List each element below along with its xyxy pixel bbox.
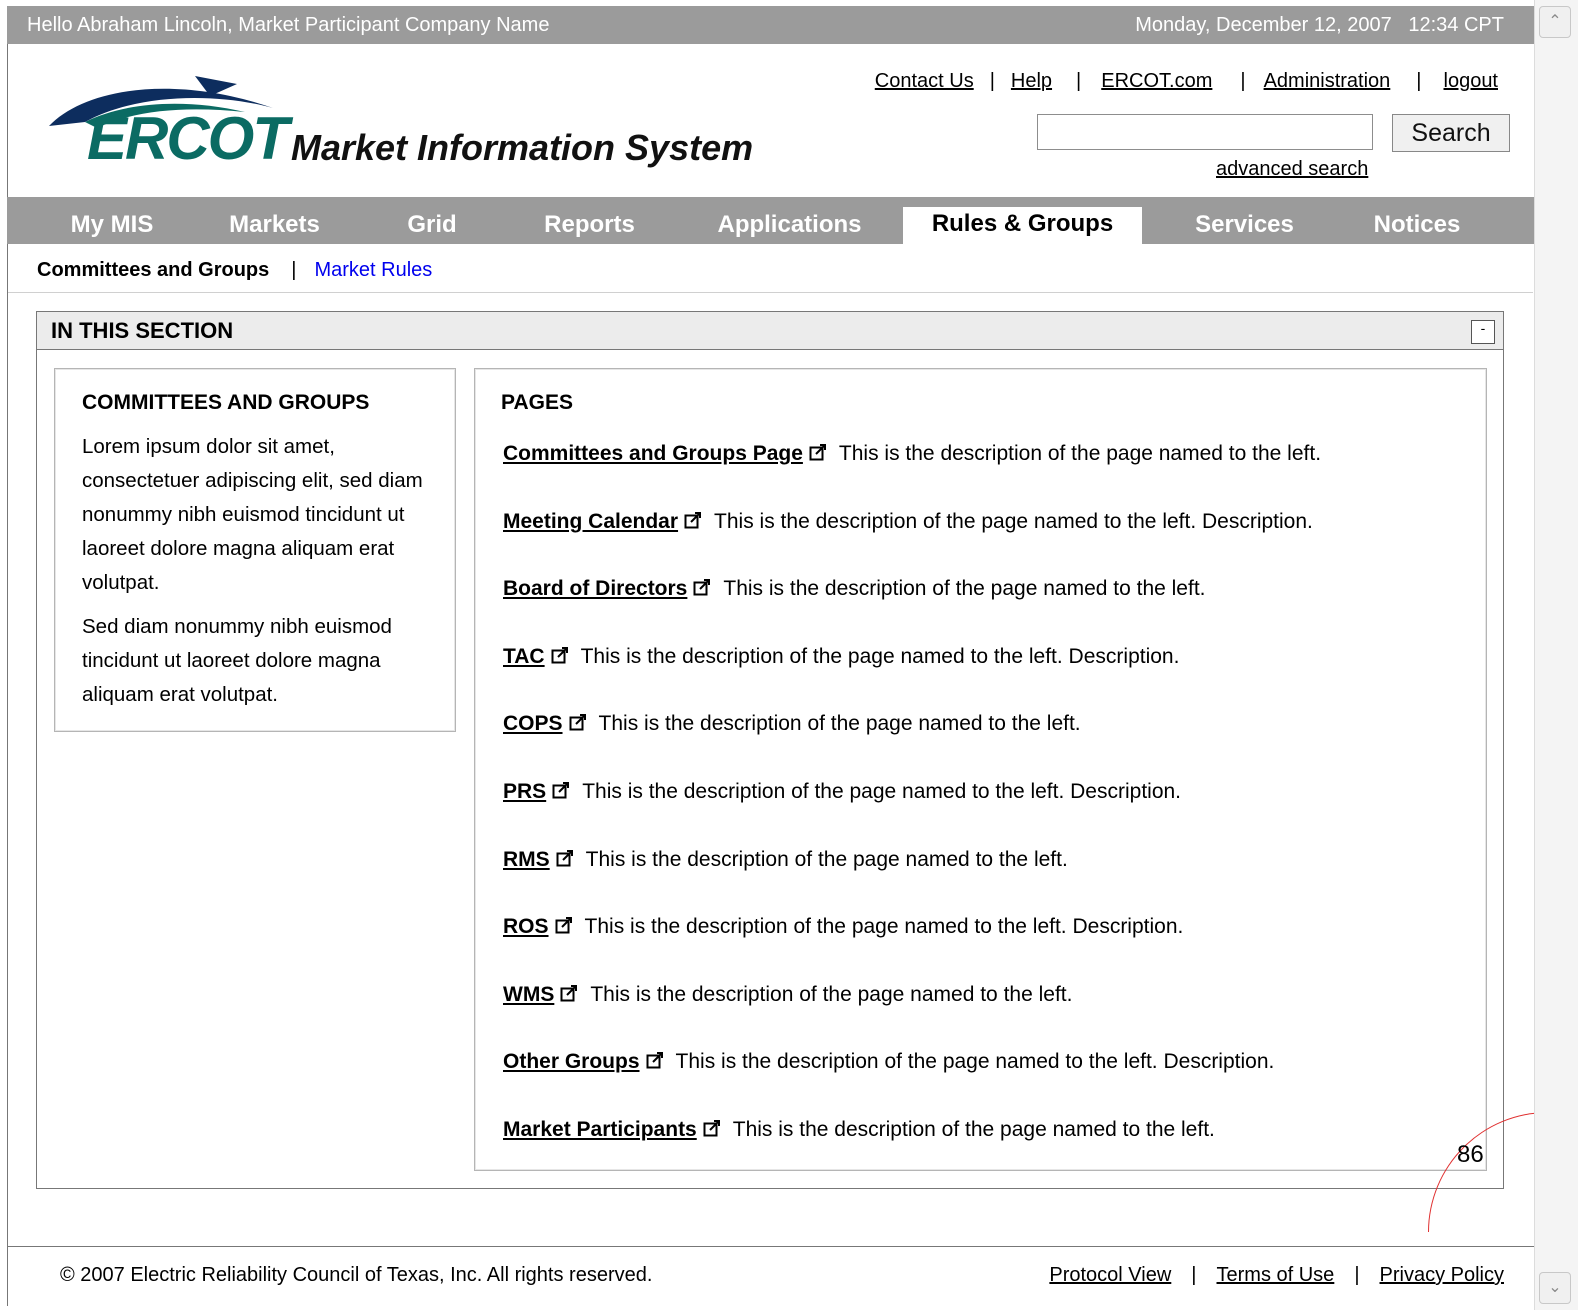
tab-notices[interactable]: Notices (1352, 197, 1482, 244)
page-link-other-groups[interactable]: Other Groups (503, 1050, 640, 1074)
search-input[interactable] (1037, 114, 1373, 150)
page-description: This is the description of the page name… (584, 915, 1184, 938)
page-description: This is the description of the page name… (590, 983, 1073, 1006)
section-title: IN THIS SECTION (51, 318, 234, 343)
section-header (36, 311, 1504, 350)
scroll-up-button[interactable]: ⌃ (1539, 6, 1571, 38)
tab-grid[interactable]: Grid (377, 197, 487, 244)
page-link-ros[interactable]: ROS (503, 915, 549, 939)
separator: | (1191, 1264, 1197, 1286)
list-item: PRS This is the description of the page … (503, 780, 1181, 804)
page-link-cops[interactable]: COPS (503, 712, 563, 736)
sub-navigation: Committees and Groups | Market Rules (37, 259, 432, 282)
committees-paragraph-1: Lorem ipsum dolor sit amet, consectetuer… (82, 435, 423, 594)
system-title: Market Information System (291, 127, 754, 168)
page-description: This is the description of the page name… (675, 1050, 1275, 1073)
external-link-icon[interactable] (555, 916, 573, 934)
page-link-board-of-directors[interactable]: Board of Directors (503, 577, 687, 601)
help-link[interactable]: Help (1011, 70, 1052, 93)
page-description: This is the description of the page name… (582, 780, 1182, 803)
top-greeting-bar: Hello Abraham Lincoln, Market Participan… (7, 6, 1534, 44)
page-description: This is the description of the page name… (723, 577, 1206, 600)
user-greeting: Hello Abraham Lincoln, Market Participan… (27, 14, 550, 36)
page-link-market-participants[interactable]: Market Participants (503, 1118, 697, 1142)
tab-services[interactable]: Services (1172, 197, 1317, 244)
separator: | (1076, 70, 1082, 92)
list-item: TAC This is the description of the page … (503, 645, 1179, 669)
logout-link[interactable]: logout (1444, 70, 1499, 93)
list-item: Other Groups This is the description of … (503, 1050, 1274, 1074)
current-datetime: Monday, December 12, 2007 12:34 CPT (1135, 14, 1504, 36)
external-link-icon[interactable] (556, 849, 574, 867)
committees-heading: COMMITTEES AND GROUPS (82, 391, 370, 414)
collapse-button[interactable]: - (1471, 320, 1495, 344)
divider (8, 292, 1533, 293)
separator: | (989, 70, 995, 92)
page-number: 86 (1457, 1141, 1484, 1168)
list-item: ROS This is the description of the page … (503, 915, 1183, 939)
tab-my-mis[interactable]: My MIS (47, 197, 177, 244)
ercot-com-link[interactable]: ERCOT.com (1101, 70, 1212, 93)
pages-heading: PAGES (501, 391, 573, 414)
external-link-icon[interactable] (646, 1051, 664, 1069)
privacy-policy-link[interactable]: Privacy Policy (1380, 1264, 1504, 1287)
page-link-meeting-calendar[interactable]: Meeting Calendar (503, 510, 678, 534)
tab-applications[interactable]: Applications (697, 197, 882, 244)
committees-paragraph-2: Sed diam nonummy nibh euismod tincidunt … (82, 615, 392, 706)
footer-divider (7, 1246, 1534, 1247)
external-link-icon[interactable] (703, 1119, 721, 1137)
page-description: This is the description of the page name… (732, 1118, 1215, 1141)
external-link-icon[interactable] (809, 443, 827, 461)
page-link-rms[interactable]: RMS (503, 848, 550, 872)
external-link-icon[interactable] (693, 578, 711, 596)
page-link-wms[interactable]: WMS (503, 983, 554, 1007)
external-link-icon[interactable] (552, 781, 570, 799)
copyright-text: © 2007 Electric Reliability Council of T… (60, 1264, 653, 1286)
page-link-prs[interactable]: PRS (503, 780, 546, 804)
page-link-tac[interactable]: TAC (503, 645, 545, 669)
external-link-icon[interactable] (560, 984, 578, 1002)
page-description: This is the description of the page name… (585, 848, 1068, 871)
utility-links: Contact Us | Help | ERCOT.com | Administ… (875, 70, 1498, 93)
search-button[interactable]: Search (1392, 114, 1510, 152)
scroll-down-button[interactable]: ⌄ (1539, 1272, 1571, 1304)
terms-of-use-link[interactable]: Terms of Use (1217, 1264, 1335, 1287)
separator: | (1354, 1264, 1360, 1286)
chevron-up-icon: ⌃ (1548, 13, 1562, 30)
logo-wordmark: ERCOT (87, 105, 289, 172)
separator: | (291, 259, 297, 281)
tab-reports[interactable]: Reports (522, 197, 657, 244)
ercot-logo[interactable]: ERCOT (45, 68, 289, 178)
page-description: This is the description of the page name… (580, 645, 1180, 668)
chevron-down-icon: ⌄ (1548, 1279, 1562, 1296)
tab-rules-and-groups[interactable]: Rules & Groups (903, 207, 1142, 244)
list-item: RMS This is the description of the page … (503, 848, 1068, 872)
administration-link[interactable]: Administration (1264, 70, 1391, 93)
page-description: This is the description of the page name… (598, 712, 1081, 735)
page-link-committees-and-groups[interactable]: Committees and Groups Page (503, 442, 803, 466)
page-description: This is the description of the page name… (714, 510, 1313, 533)
vertical-scrollbar[interactable]: ⌃ ⌄ (1534, 0, 1578, 1310)
list-item: Meeting Calendar This is the description… (503, 510, 1313, 534)
tab-markets[interactable]: Markets (207, 197, 342, 244)
list-item: COPS This is the description of the page… (503, 712, 1081, 736)
subnav-link-market-rules[interactable]: Market Rules (314, 259, 432, 282)
external-link-icon[interactable] (684, 511, 702, 529)
list-item: WMS This is the description of the page … (503, 983, 1072, 1007)
main-navigation: My MIS Markets Grid Reports Applications… (7, 197, 1534, 244)
separator: | (1416, 70, 1422, 92)
contact-us-link[interactable]: Contact Us (875, 70, 974, 93)
footer-links: Protocol View | Terms of Use | Privacy P… (1049, 1264, 1504, 1287)
external-link-icon[interactable] (551, 646, 569, 664)
advanced-search-link[interactable]: advanced search (1216, 158, 1368, 181)
list-item: Board of Directors This is the descripti… (503, 577, 1206, 601)
separator: | (1240, 70, 1246, 92)
external-link-icon[interactable] (569, 713, 587, 731)
protocol-view-link[interactable]: Protocol View (1049, 1264, 1171, 1287)
list-item: Committees and Groups Page This is the d… (503, 442, 1321, 466)
list-item: Market Participants This is the descript… (503, 1118, 1215, 1142)
page-description: This is the description of the page name… (838, 442, 1322, 465)
subnav-current-committees-and-groups[interactable]: Committees and Groups (37, 259, 269, 282)
